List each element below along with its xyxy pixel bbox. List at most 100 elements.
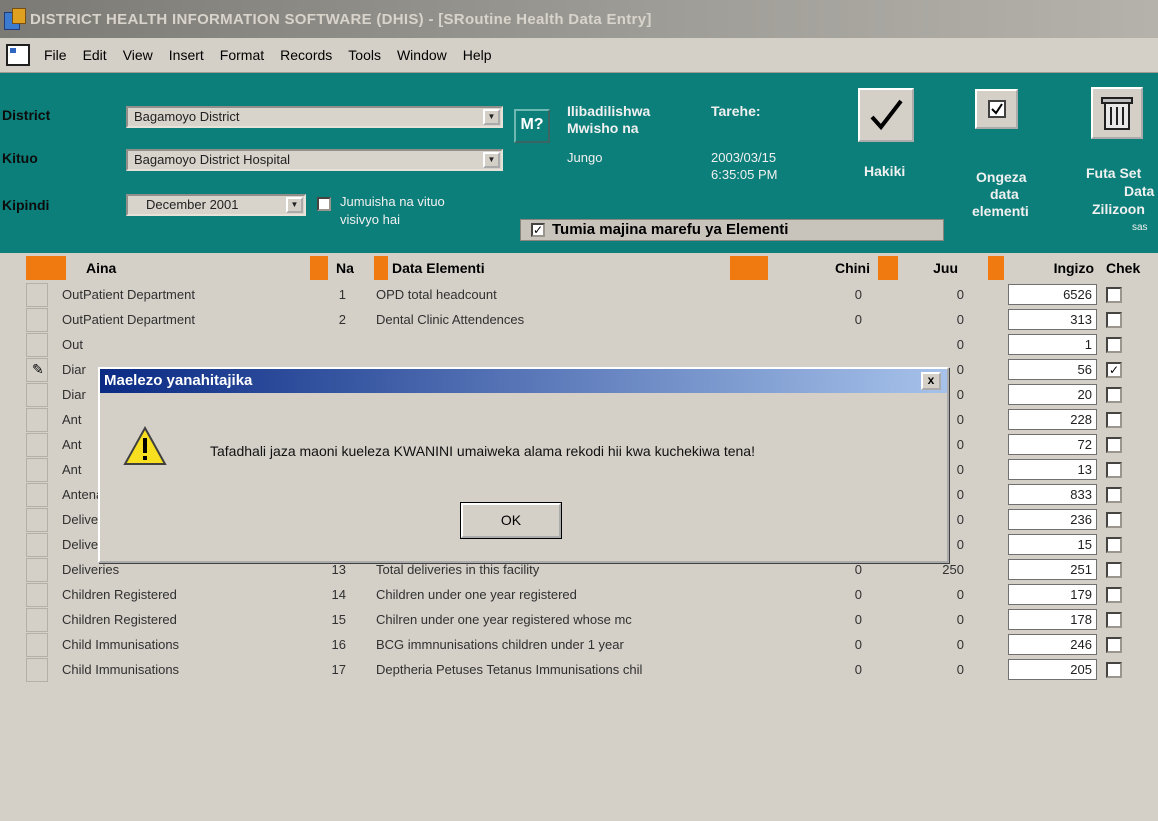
ok-button[interactable]: OK [460,502,562,539]
ingizo-input[interactable]: 72 [1008,434,1097,455]
dialog-message: Tafadhali jaza maoni kueleza KWANINI uma… [210,443,755,459]
table-row[interactable]: Out 0 1 [0,333,1158,358]
ingizo-input[interactable]: 833 [1008,484,1097,505]
column-juu[interactable]: Juu [898,256,988,280]
row-selector[interactable] [26,508,48,532]
row-selector[interactable] [26,458,48,482]
menu-format[interactable]: Format [212,47,272,63]
ingizo-input[interactable]: 15 [1008,534,1097,555]
chek-checkbox[interactable]: ✓ [1106,362,1122,378]
column-ingizo[interactable]: Ingizo [1004,256,1100,280]
window-title: DISTRICT HEALTH INFORMATION SOFTWARE (DH… [30,10,652,28]
chek-checkbox[interactable] [1106,587,1122,603]
table-row[interactable]: Children Registered 14 Children under one … [0,583,1158,608]
row-selector[interactable] [26,558,48,582]
ingizo-input[interactable]: 205 [1008,659,1097,680]
row-selector[interactable] [26,658,48,682]
ingizo-input[interactable]: 236 [1008,509,1097,530]
row-selector[interactable] [26,283,48,307]
cell-aina: OutPatient Department [62,287,195,302]
futa-button[interactable] [1091,87,1143,139]
column-na[interactable]: Na [328,256,374,280]
ingizo-input[interactable]: 6526 [1008,284,1097,305]
row-selector[interactable] [26,583,48,607]
chevron-down-icon[interactable]: ▼ [286,197,303,213]
chek-checkbox[interactable] [1106,287,1122,303]
chek-checkbox[interactable] [1106,412,1122,428]
row-selector[interactable] [26,433,48,457]
close-icon[interactable]: x [921,372,941,390]
jumuisha-checkbox[interactable] [317,197,331,211]
cell-juu: 0 [956,337,964,352]
kipindi-select[interactable]: December 2001 ▼ [126,194,306,216]
table-row[interactable]: Child Immunisations 16 BCG immnunisations … [0,633,1158,658]
chek-checkbox[interactable] [1106,312,1122,328]
column-aina[interactable]: Aina [66,256,310,280]
row-selector[interactable] [26,608,48,632]
menu-bar: File Edit View Insert Format Records Too… [0,38,1158,73]
ingizo-input[interactable]: 251 [1008,559,1097,580]
chevron-down-icon[interactable]: ▼ [483,152,500,168]
ingizo-input[interactable]: 228 [1008,409,1097,430]
chek-checkbox[interactable] [1106,512,1122,528]
column-data-elementi[interactable]: Data Elementi [388,256,730,280]
ingizo-input[interactable]: 246 [1008,634,1097,655]
hakiki-button[interactable] [858,88,914,142]
chek-checkbox[interactable] [1106,612,1122,628]
row-selector[interactable] [26,483,48,507]
cell-aina: Deliveries [62,562,120,577]
chek-checkbox[interactable] [1106,387,1122,403]
form-icon[interactable] [6,44,30,66]
table-row[interactable]: OutPatient Department 1 OPD total headcoun… [0,283,1158,308]
chek-checkbox[interactable] [1106,537,1122,553]
row-selector[interactable]: ✎ [26,358,48,382]
ingizo-input[interactable]: 178 [1008,609,1097,630]
menu-view[interactable]: View [115,47,161,63]
row-selector[interactable] [26,633,48,657]
ingizo-input[interactable]: 13 [1008,459,1097,480]
ongeza-button[interactable] [975,89,1018,129]
row-selector[interactable] [26,308,48,332]
menu-records[interactable]: Records [272,47,340,63]
table-row[interactable]: OutPatient Department 2 Dental Clinic Atte… [0,308,1158,333]
menu-edit[interactable]: Edit [75,47,115,63]
column-chini[interactable]: Chini [768,256,878,280]
chek-checkbox[interactable] [1106,562,1122,578]
chek-checkbox[interactable] [1106,337,1122,353]
mwisho-label: Mwisho na [567,120,639,136]
tumia-toggle[interactable]: ✓ Tumia majina marefu ya Elementi [520,219,944,241]
chek-checkbox[interactable] [1106,662,1122,678]
chevron-down-icon[interactable]: ▼ [483,109,500,125]
tumia-checkbox[interactable]: ✓ [531,223,545,237]
chek-checkbox[interactable] [1106,462,1122,478]
kituo-select[interactable]: Bagamoyo District Hospital ▼ [126,149,503,171]
row-selector[interactable] [26,408,48,432]
ingizo-input[interactable]: 1 [1008,334,1097,355]
ingizo-input[interactable]: 179 [1008,584,1097,605]
chek-checkbox[interactable] [1106,487,1122,503]
column-chek[interactable]: Chek [1100,256,1158,280]
chek-checkbox[interactable] [1106,437,1122,453]
table-row[interactable]: Child Immunisations 17 Deptheria Petuses T… [0,658,1158,683]
menu-insert[interactable]: Insert [161,47,212,63]
futa-label-1: Futa Set [1086,165,1142,181]
ingizo-input[interactable]: 20 [1008,384,1097,405]
header-spacer [310,256,328,280]
kituo-value: Bagamoyo District Hospital [134,152,291,167]
row-selector[interactable] [26,333,48,357]
chek-checkbox[interactable] [1106,637,1122,653]
ingizo-input[interactable]: 313 [1008,309,1097,330]
row-selector[interactable] [26,383,48,407]
menu-tools[interactable]: Tools [340,47,389,63]
cell-juu: 250 [942,562,964,577]
ingizo-input[interactable]: 56 [1008,359,1097,380]
jumuisha-label-1: Jumuisha na vituo [340,194,445,209]
row-selector[interactable] [26,533,48,557]
table-row[interactable]: Children Registered 15 Chilren under one y… [0,608,1158,633]
menu-help[interactable]: Help [455,47,500,63]
ongeza-label-2: data [990,186,1019,202]
menu-window[interactable]: Window [389,47,455,63]
help-icon[interactable]: M? [514,109,550,143]
menu-file[interactable]: File [36,47,75,63]
district-select[interactable]: Bagamoyo District ▼ [126,106,503,128]
